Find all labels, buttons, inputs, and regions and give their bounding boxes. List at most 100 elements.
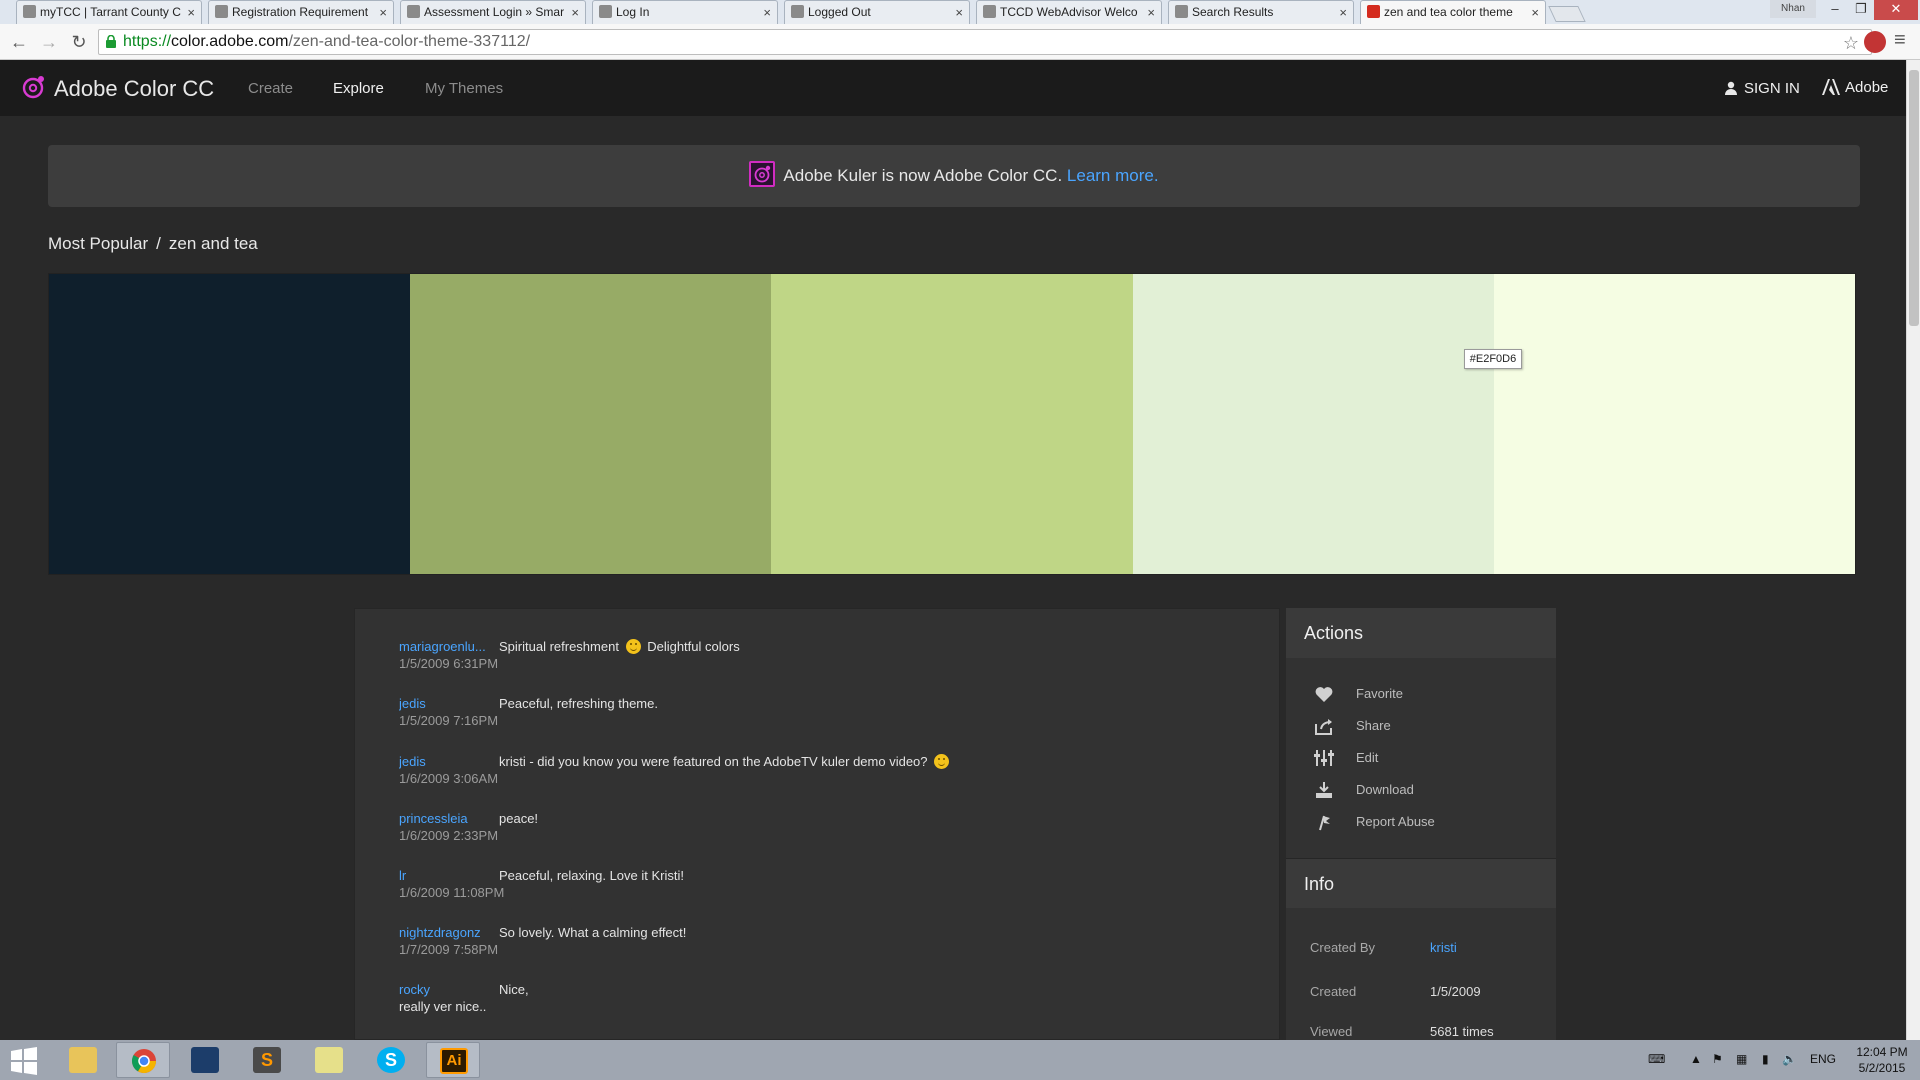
comment-user[interactable]: nightzdragonz (399, 925, 493, 940)
taskbar-chrome[interactable] (116, 1042, 170, 1078)
swatch-1[interactable] (49, 274, 411, 574)
comment-text: Peaceful, refreshing theme. (499, 696, 658, 711)
browser-tab-logged-out[interactable]: Logged Out × (784, 0, 970, 24)
comment-user[interactable]: mariagroenlu... (399, 639, 493, 654)
tab-favicon-icon (23, 5, 36, 18)
browser-tab-login[interactable]: Log In × (592, 0, 778, 24)
share-icon (1315, 719, 1332, 735)
adobe-link[interactable]: Adobe (1822, 79, 1888, 96)
window-close-icon[interactable]: ✕ (1874, 0, 1918, 20)
reload-icon[interactable]: ↻ (66, 29, 92, 55)
tab-favicon-icon (791, 5, 804, 18)
comment-item: mariagroenlu... 1/5/2009 6:31PM Spiritua… (399, 639, 1259, 689)
comment-user[interactable]: rocky (399, 982, 493, 997)
favorite-action[interactable]: Favorite (1314, 684, 1544, 706)
taskbar-app[interactable] (178, 1042, 232, 1078)
adobe-color-logo-icon[interactable] (20, 74, 46, 100)
comment-text: So lovely. What a calming effect! (499, 925, 687, 940)
sidebar: Actions Favorite Share Edit Download Rep… (1286, 608, 1556, 1040)
tab-close-icon[interactable]: × (187, 1, 195, 24)
comment-user[interactable]: princessleia (399, 811, 493, 826)
report-abuse-action[interactable]: Report Abuse (1314, 812, 1544, 834)
tab-close-icon[interactable]: × (1531, 1, 1539, 24)
illustrator-icon: Ai (440, 1048, 468, 1074)
comment-date: 1/6/2009 3:06AM (399, 771, 499, 786)
system-clock[interactable]: 12:04 PM 5/2/2015 (1852, 1044, 1912, 1076)
comment-user[interactable]: jedis (399, 696, 493, 711)
learn-more-link[interactable]: Learn more. (1067, 166, 1159, 185)
comment-user[interactable]: jedis (399, 754, 493, 769)
browser-tab-registration[interactable]: Registration Requirement × (208, 0, 394, 24)
tab-close-icon[interactable]: × (763, 1, 771, 24)
breadcrumb-most-popular[interactable]: Most Popular (48, 234, 148, 253)
comment-user[interactable]: lr (399, 868, 493, 883)
taskbar-sublime[interactable]: S (240, 1042, 294, 1078)
windows-taskbar: S S Ai ⌨ ▲ ⚑ ▦ ▮ 🔈 ENG 12:04 PM 5/2/2015 (0, 1040, 1920, 1080)
scrollbar-thumb[interactable] (1909, 70, 1919, 326)
url-scheme: https:// (123, 33, 172, 50)
taskbar-skype[interactable]: S (364, 1042, 418, 1078)
creator-link[interactable]: kristi (1430, 940, 1457, 955)
language-indicator[interactable]: ENG (1810, 1052, 1836, 1066)
forward-arrow-icon[interactable]: → (36, 29, 62, 55)
url-path: /zen-and-tea-color-theme-337112/ (288, 33, 531, 50)
browser-menu-icon[interactable]: ≡ (1894, 29, 1906, 52)
taskbar-illustrator[interactable]: Ai (426, 1042, 480, 1078)
back-arrow-icon[interactable]: ← (6, 29, 32, 55)
battery-icon[interactable]: ▮ (1762, 1052, 1769, 1066)
windows-start-icon[interactable] (8, 1046, 40, 1076)
nav-explore[interactable]: Explore (333, 80, 384, 97)
site-header: Adobe Color CC Create Explore My Themes … (0, 60, 1906, 116)
sign-in-link[interactable]: SIGN IN (1724, 80, 1800, 97)
swatch-2[interactable] (410, 274, 772, 574)
address-bar[interactable]: https://color.adobe.com/zen-and-tea-colo… (98, 29, 1872, 55)
comment-text: peace! (499, 811, 539, 826)
comments-panel: mariagroenlu... 1/5/2009 6:31PM Spiritua… (354, 608, 1280, 1040)
share-action[interactable]: Share (1314, 716, 1544, 738)
tab-close-icon[interactable]: × (1147, 1, 1155, 24)
comment-item: jedis 1/5/2009 7:16PM Peaceful, refreshi… (399, 696, 1259, 746)
browser-user-badge[interactable]: Nhan (1770, 0, 1816, 18)
sublime-icon: S (253, 1047, 281, 1073)
tab-favicon-icon (215, 5, 228, 18)
download-action[interactable]: Download (1314, 780, 1544, 802)
keyboard-icon[interactable]: ⌨ (1648, 1052, 1665, 1066)
browser-tab-webadvisor[interactable]: TCCD WebAdvisor Welco × (976, 0, 1162, 24)
tab-close-icon[interactable]: × (379, 1, 387, 24)
nav-my-themes[interactable]: My Themes (425, 80, 503, 97)
swatch-5[interactable] (1493, 274, 1856, 574)
volume-icon[interactable]: 🔈 (1782, 1052, 1797, 1066)
smiley-icon (625, 639, 641, 654)
nav-create[interactable]: Create (248, 80, 293, 97)
taskbar-file-explorer[interactable] (56, 1042, 110, 1078)
tab-close-icon[interactable]: × (955, 1, 963, 24)
comment-text: Peaceful, relaxing. Love it Kristi! (499, 868, 684, 883)
comment-date: 1/7/2009 7:58PM (399, 942, 499, 957)
adobe-color-page: Adobe Color CC Create Explore My Themes … (0, 60, 1906, 1040)
tab-close-icon[interactable]: × (1339, 1, 1347, 24)
action-center-flag-icon[interactable]: ⚑ (1712, 1052, 1723, 1066)
comment-date: 1/6/2009 11:08PM (399, 885, 505, 900)
new-tab-button[interactable] (1548, 6, 1586, 22)
site-brand[interactable]: Adobe Color CC (54, 76, 214, 102)
comment-date: 1/6/2009 2:33PM (399, 828, 499, 843)
browser-tab-assessment[interactable]: Assessment Login » Smar × (400, 0, 586, 24)
taskbar-notes[interactable] (302, 1042, 356, 1078)
info-created: Created 1/5/2009 (1310, 984, 1481, 999)
page-scrollbar[interactable] (1906, 60, 1920, 1040)
extension-icon[interactable] (1864, 31, 1886, 53)
browser-tab-zen-and-tea[interactable]: zen and tea color theme × (1360, 0, 1546, 24)
swatch-4[interactable] (1132, 274, 1494, 574)
browser-tab-search-results[interactable]: Search Results × (1168, 0, 1354, 24)
restore-icon[interactable]: ❐ (1846, 0, 1876, 20)
comment-text: kristi - did you know you were featured … (499, 754, 952, 769)
rebrand-banner: Adobe Kuler is now Adobe Color CC. Learn… (48, 145, 1860, 207)
tray-expand-icon[interactable]: ▲ (1690, 1052, 1702, 1066)
swatch-3[interactable] (771, 274, 1133, 574)
browser-tab-mytcc[interactable]: myTCC | Tarrant County C × (16, 0, 202, 24)
bookmark-star-icon[interactable]: ☆ (1843, 31, 1859, 55)
edit-action[interactable]: Edit (1314, 748, 1544, 770)
tab-close-icon[interactable]: × (571, 1, 579, 24)
network-icon[interactable]: ▦ (1736, 1052, 1747, 1066)
info-created-by: Created By kristi (1310, 940, 1457, 955)
